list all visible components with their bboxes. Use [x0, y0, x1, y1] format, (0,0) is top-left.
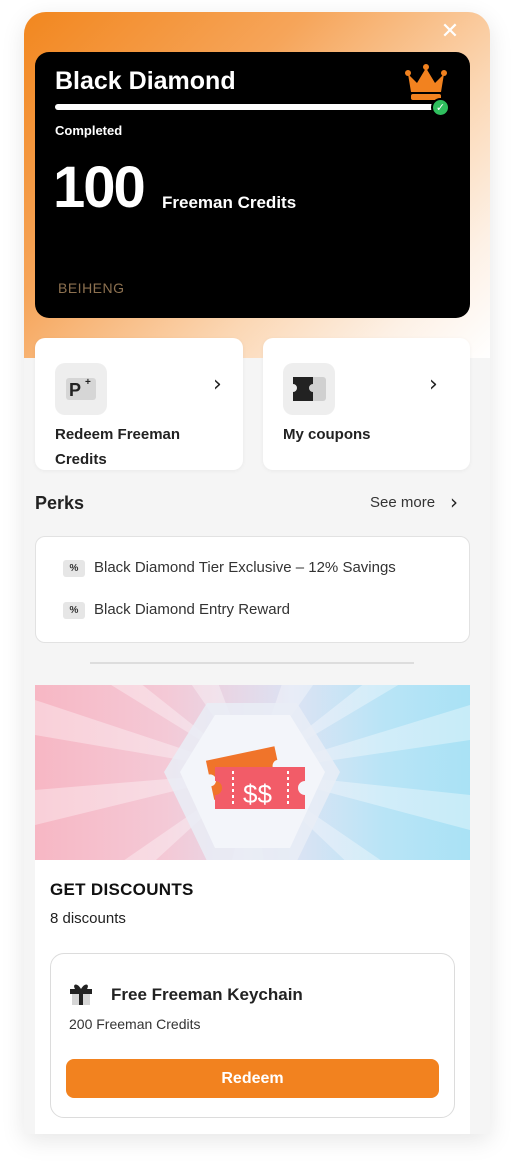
svg-text:+: +	[85, 377, 91, 388]
svg-text:P: P	[69, 380, 81, 400]
discounts-title: GET DISCOUNTS	[50, 880, 194, 899]
redeem-credits-label: Redeem Freeman Credits	[55, 426, 181, 468]
perk-label: Black Diamond Entry Reward	[94, 601, 290, 618]
discount-banner: $$	[35, 685, 470, 860]
brand-label: BEIHENG	[58, 280, 125, 296]
close-icon[interactable]: ✕	[436, 18, 464, 46]
perk-label: Black Diamond Tier Exclusive – 12% Savin…	[94, 559, 396, 576]
perks-title: Perks	[35, 493, 85, 513]
discounts-card: $$ GET DISCOUNTS 8 discounts Free Freema…	[35, 685, 470, 1134]
tier-status: Completed	[55, 123, 123, 138]
my-coupons-label: My coupons	[283, 426, 371, 443]
check-icon: ✓	[431, 98, 450, 117]
tier-progress-fill	[55, 104, 439, 110]
reward-name: Free Freeman Keychain	[111, 985, 303, 1004]
tier-name: Black Diamond	[55, 67, 236, 95]
gift-icon	[70, 984, 92, 1005]
credit-unit: Freeman Credits	[162, 193, 297, 212]
discounts-count: 8 discounts	[50, 910, 126, 927]
tier-progress-bar	[55, 104, 439, 110]
tier-card: Black Diamond ✓ Completed 100 Freeman Cr…	[35, 52, 470, 318]
chevron-right-icon[interactable]: ›	[450, 490, 458, 514]
see-more-link[interactable]: See more	[370, 494, 435, 511]
redeem-credits-card[interactable]: P + › Redeem Freeman Credits	[35, 338, 243, 470]
perks-list: % Black Diamond Tier Exclusive – 12% Sav…	[35, 536, 470, 643]
points-icon: P +	[55, 363, 107, 415]
chevron-right-icon: ›	[429, 372, 438, 397]
ticket-illustration: $$	[35, 685, 470, 860]
membership-panel: ✕ Black Diamond ✓ Completed 100 Freeman …	[24, 12, 490, 1134]
reward-cost: 200 Freeman Credits	[69, 1016, 201, 1032]
percent-icon: %	[63, 560, 85, 577]
chevron-right-icon: ›	[213, 372, 222, 397]
reward-item: Free Freeman Keychain 200 Freeman Credit…	[50, 953, 455, 1118]
credit-amount: 100	[53, 155, 146, 220]
banner-dollar-text: $$	[243, 779, 272, 809]
percent-icon: %	[63, 602, 85, 619]
redeem-button[interactable]: Redeem	[66, 1059, 439, 1098]
coupon-icon	[283, 363, 335, 415]
section-divider	[90, 662, 414, 664]
my-coupons-card[interactable]: › My coupons	[263, 338, 470, 470]
